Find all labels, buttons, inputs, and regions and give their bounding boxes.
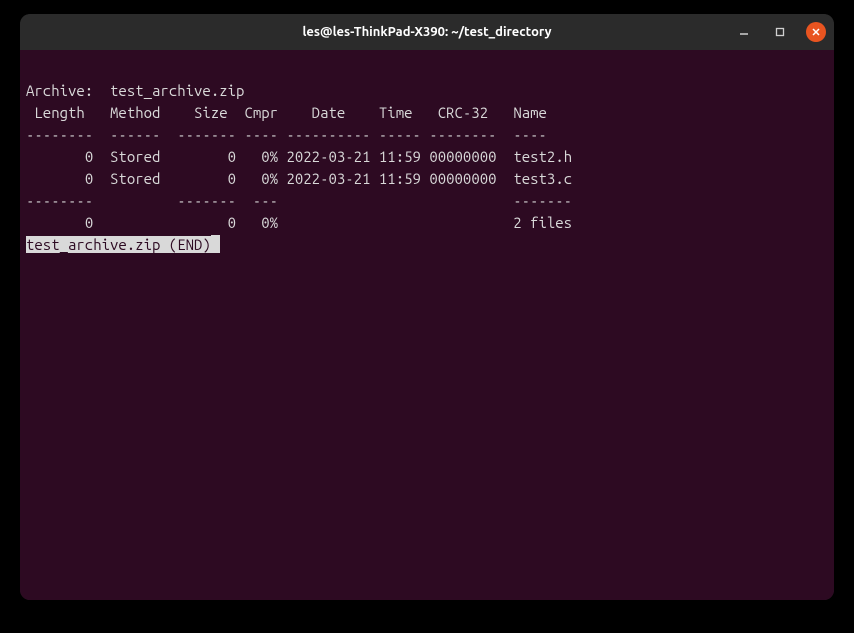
cell-crc32: 00000000	[429, 170, 496, 187]
header-crc32: CRC-32	[438, 104, 488, 121]
cell-crc32: 00000000	[429, 148, 496, 165]
header-length: Length	[34, 104, 84, 121]
separator-top: -------- ------ ------- ---- ---------- …	[26, 124, 828, 146]
archive-line: Archive: test_archive.zip	[26, 80, 828, 102]
minimize-button[interactable]	[734, 22, 754, 42]
terminal-window: les@les-ThinkPad-X390: ~/test_directory …	[20, 14, 834, 600]
minimize-icon	[739, 27, 749, 37]
header-method: Method	[110, 104, 160, 121]
cell-size: 0	[228, 170, 236, 187]
cell-time: 11:59	[379, 170, 421, 187]
separator-bottom: -------- ------- --- -------	[26, 190, 828, 212]
cell-name: test2.h	[513, 148, 572, 165]
titlebar: les@les-ThinkPad-X390: ~/test_directory	[20, 14, 834, 50]
cell-date: 2022-03-21	[286, 170, 370, 187]
cell-method: Stored	[110, 170, 160, 187]
total-size: 0	[228, 214, 236, 231]
cursor	[211, 235, 220, 253]
table-row: 0 Stored 0 0% 2022-03-21 11:59 00000000 …	[26, 168, 828, 190]
table-row: 0 Stored 0 0% 2022-03-21 11:59 00000000 …	[26, 146, 828, 168]
pager-status: test_archive.zip (END)	[26, 236, 211, 253]
cell-time: 11:59	[379, 148, 421, 165]
close-button[interactable]	[806, 22, 826, 42]
pager-line: test_archive.zip (END)	[26, 234, 828, 256]
header-time: Time	[379, 104, 413, 121]
cell-date: 2022-03-21	[286, 148, 370, 165]
total-cmpr: 0%	[261, 214, 278, 231]
cell-size: 0	[228, 148, 236, 165]
cell-length: 0	[85, 148, 93, 165]
close-icon	[811, 27, 821, 37]
cell-length: 0	[85, 170, 93, 187]
totals-row: 0 0 0% 2 files	[26, 212, 828, 234]
window-title: les@les-ThinkPad-X390: ~/test_directory	[302, 25, 551, 39]
archive-filename: test_archive.zip	[110, 82, 244, 99]
header-date: Date	[312, 104, 346, 121]
archive-label: Archive:	[26, 82, 93, 99]
maximize-button[interactable]	[770, 22, 790, 42]
cell-name: test3.c	[513, 170, 572, 187]
header-name: Name	[513, 104, 547, 121]
header-row: Length Method Size Cmpr Date Time CRC-32…	[26, 102, 828, 124]
blank-line	[26, 58, 828, 80]
maximize-icon	[775, 27, 785, 37]
terminal-output[interactable]: Archive: test_archive.zip Length Method …	[20, 50, 834, 600]
total-files: 2 files	[513, 214, 572, 231]
total-length: 0	[85, 214, 93, 231]
window-controls	[734, 22, 826, 42]
header-size: Size	[194, 104, 228, 121]
cell-cmpr: 0%	[261, 148, 278, 165]
header-cmpr: Cmpr	[244, 104, 278, 121]
cell-cmpr: 0%	[261, 170, 278, 187]
cell-method: Stored	[110, 148, 160, 165]
